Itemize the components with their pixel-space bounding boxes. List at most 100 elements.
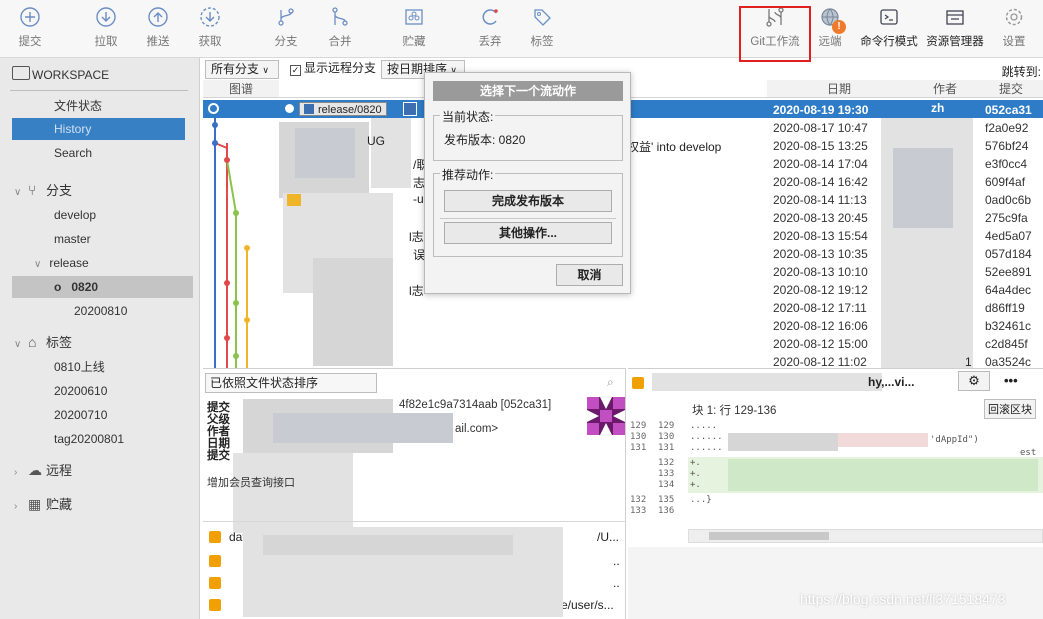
remote-button[interactable]: 远端 bbox=[806, 6, 854, 49]
tags-label: 标签 bbox=[46, 335, 73, 350]
column-header-commit[interactable]: 提交 bbox=[979, 80, 1043, 98]
other-actions-button[interactable]: 其他操作... bbox=[444, 222, 612, 244]
commit-date: 2020-08-13 10:35 bbox=[773, 247, 868, 261]
column-header-author[interactable]: 作者 bbox=[911, 80, 979, 98]
file-path-tail: e/user/s... bbox=[561, 598, 614, 612]
stash-button[interactable]: 贮藏 bbox=[390, 6, 438, 49]
sidebar-tag[interactable]: 20200710 bbox=[0, 404, 196, 426]
commit-hash: 609f4af bbox=[985, 175, 1026, 189]
git-flow-dialog: 选择下一个流动作 当前状态: 发布版本: 0820 推荐动作: 完成发布版本 其… bbox=[424, 72, 631, 294]
hunk-label: 块 1: 行 129-136 bbox=[692, 405, 777, 417]
commit-hash: 52ee891 bbox=[985, 265, 1032, 279]
redacted-author-column bbox=[893, 148, 953, 228]
file-sort-dropdown[interactable]: 已依照文件状态排序 bbox=[205, 373, 377, 393]
pull-button[interactable]: 拉取 bbox=[82, 6, 130, 49]
commit-field-value: 4f82e1c9a7314aab [052ca31] bbox=[399, 399, 552, 411]
stash-icon: ▦ bbox=[28, 496, 42, 512]
stashes-label: 贮藏 bbox=[46, 497, 73, 512]
tag-button[interactable]: 标签 bbox=[518, 6, 566, 49]
branch-label: 分支 bbox=[274, 36, 298, 48]
line-number-new: 130 bbox=[658, 432, 675, 442]
sidebar-tag[interactable]: 0810上线 bbox=[0, 356, 196, 378]
commit-date: 2020-08-12 17:11 bbox=[773, 301, 867, 315]
sidebar-item-file-status[interactable]: 文件状态 bbox=[0, 95, 196, 117]
head-marker-icon bbox=[285, 104, 294, 113]
sidebar-item-history[interactable]: History bbox=[12, 118, 185, 140]
column-header-graph[interactable]: 图谱 bbox=[203, 80, 279, 98]
sidebar-section-remotes[interactable]: › ☁ 远程 bbox=[14, 460, 72, 479]
rollback-hunk-button[interactable]: 回滚区块 bbox=[984, 399, 1036, 419]
chevron-down-icon: ∨ bbox=[34, 259, 42, 270]
file-modified-icon bbox=[209, 531, 221, 543]
discard-label: 丢弃 bbox=[478, 36, 502, 48]
commit-hash: 052ca31 bbox=[985, 103, 1032, 117]
explorer-button[interactable]: 资源管理器 bbox=[925, 6, 985, 49]
current-state-label: 当前状态: bbox=[440, 108, 496, 125]
code-line: ...... bbox=[690, 443, 723, 453]
branch-0820-label: 0820 bbox=[71, 280, 99, 294]
download-circle-icon bbox=[96, 7, 116, 27]
fetch-button[interactable]: 获取 bbox=[186, 6, 234, 49]
file-modified-icon bbox=[209, 577, 221, 589]
settings-button[interactable]: 设置 bbox=[990, 6, 1038, 49]
column-header-date[interactable]: 日期 bbox=[767, 80, 911, 98]
sidebar-branch-master[interactable]: master bbox=[0, 228, 196, 250]
sidebar-item-search[interactable]: Search bbox=[0, 142, 196, 164]
show-remote-checkbox[interactable]: ✓ 显示远程分支 bbox=[285, 60, 381, 79]
sidebar-section-stashes[interactable]: › ▦ 贮藏 bbox=[14, 494, 72, 513]
search-icon[interactable]: ⌕ bbox=[607, 375, 614, 390]
recommended-actions-group: 推荐动作: 完成发布版本 其他操作... bbox=[433, 166, 623, 257]
line-number-new: 134 bbox=[658, 480, 675, 490]
gear-icon[interactable]: ⚙ bbox=[958, 371, 990, 391]
branch-button[interactable]: 分支 bbox=[262, 6, 310, 49]
sidebar-tag[interactable]: 20200610 bbox=[0, 380, 196, 402]
file-modified-icon bbox=[632, 377, 644, 389]
toolbar: 提交 拉取 推送 获取 分支 合并 贮藏 丢弃 标签 Git工作流 远端 ! 命… bbox=[0, 0, 1043, 62]
sidebar-branch-0820[interactable]: o 0820 bbox=[12, 276, 193, 298]
commit-hash: 0ad0c6b bbox=[985, 193, 1032, 207]
finish-release-button[interactable]: 完成发布版本 bbox=[444, 190, 612, 212]
commit-date: 2020-08-12 19:12 bbox=[773, 283, 868, 297]
commit-button[interactable]: 提交 bbox=[6, 6, 54, 49]
line-number-old: 132 bbox=[630, 495, 647, 505]
code-line: ...... bbox=[690, 432, 723, 442]
commit-graph bbox=[212, 118, 250, 368]
code-line: ...} bbox=[690, 495, 712, 505]
line-number-old: 129 bbox=[630, 421, 647, 431]
redacted-file-path bbox=[652, 373, 882, 391]
jump-to-label[interactable]: 跳转到: bbox=[1002, 63, 1041, 80]
redacted-region bbox=[273, 413, 453, 443]
author-field-value: ail.com> bbox=[455, 423, 499, 435]
horizontal-scrollbar[interactable] bbox=[688, 529, 1043, 543]
commit-hash: f2a0e92 bbox=[985, 121, 1029, 135]
settings-label: 设置 bbox=[1002, 36, 1026, 48]
divider bbox=[440, 218, 616, 219]
redacted-region bbox=[295, 128, 355, 178]
sidebar-branch-20200810[interactable]: 20200810 bbox=[0, 300, 196, 322]
line-number-old: 130 bbox=[630, 432, 647, 442]
discard-button[interactable]: 丢弃 bbox=[466, 6, 514, 49]
line-number-new: 131 bbox=[658, 443, 675, 453]
sidebar-folder-release[interactable]: ∨ release bbox=[0, 252, 196, 274]
code-line: +. bbox=[690, 480, 701, 490]
scrollbar-thumb[interactable] bbox=[709, 532, 829, 540]
sidebar-section-tags[interactable]: ∨ ⌂ 标签 bbox=[14, 332, 72, 351]
cancel-button[interactable]: 取消 bbox=[556, 264, 623, 286]
committer-field-label: 提交 bbox=[207, 450, 230, 462]
commit-date: 2020-08-12 16:06 bbox=[773, 319, 868, 333]
branch-filter-dropdown[interactable]: 所有分支 ∨ bbox=[205, 60, 279, 79]
merge-button[interactable]: 合并 bbox=[316, 6, 364, 49]
push-button[interactable]: 推送 bbox=[134, 6, 182, 49]
sidebar-tag[interactable]: tag20200801 bbox=[0, 428, 196, 450]
sidebar-branch-develop[interactable]: develop bbox=[0, 204, 196, 226]
branch-chip-release-0820[interactable]: release/0820 bbox=[299, 102, 387, 116]
commit-message-fragment: UG bbox=[367, 134, 385, 148]
more-icon[interactable]: ••• bbox=[1004, 373, 1018, 388]
identicon-icon bbox=[587, 397, 625, 435]
plus-circle-icon bbox=[20, 7, 40, 27]
terminal-button[interactable]: 命令行模式 bbox=[860, 6, 918, 49]
sidebar-section-branches[interactable]: ∨ ⑂ 分支 bbox=[14, 180, 72, 199]
redacted-code bbox=[728, 433, 838, 451]
line-number-new: 136 bbox=[658, 506, 675, 516]
file-path-tail: /U... bbox=[597, 530, 620, 544]
